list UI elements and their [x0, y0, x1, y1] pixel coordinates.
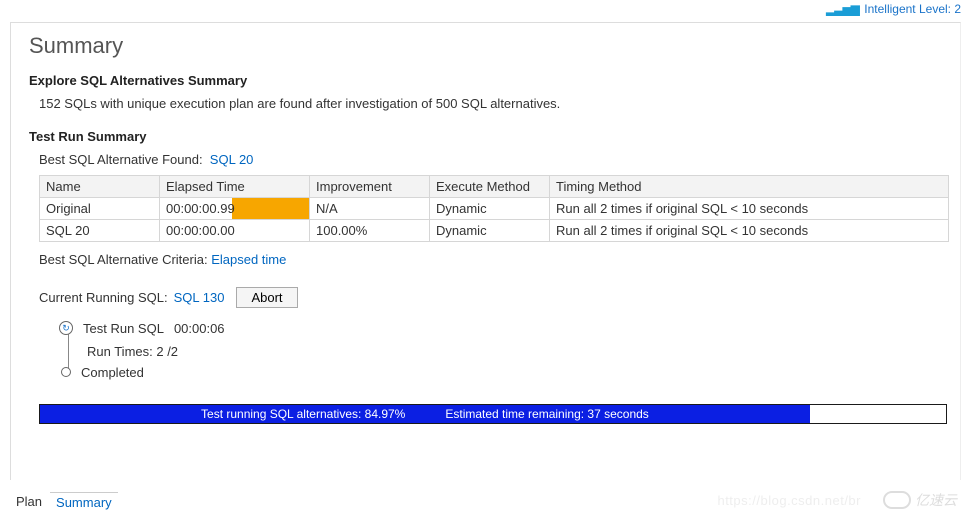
- tab-summary[interactable]: Summary: [50, 492, 118, 512]
- tree-completed-label: Completed: [81, 365, 144, 380]
- summary-panel: Summary Explore SQL Alternatives Summary…: [10, 22, 961, 480]
- col-name[interactable]: Name: [40, 176, 160, 198]
- table-row[interactable]: Original00:00:00.99N/ADynamicRun all 2 t…: [40, 198, 949, 220]
- results-table: Name Elapsed Time Improvement Execute Me…: [39, 175, 949, 242]
- best-alternative-label: Best SQL Alternative Found:: [39, 152, 203, 167]
- abort-button[interactable]: Abort: [236, 287, 297, 308]
- table-row[interactable]: SQL 2000:00:00.00100.00%DynamicRun all 2…: [40, 220, 949, 242]
- cell-timing: Run all 2 times if original SQL < 10 sec…: [550, 198, 949, 220]
- tree-run-sql-label: Test Run SQL00:00:06: [83, 321, 225, 336]
- watermark-brand: 亿速云: [883, 487, 957, 510]
- tree-run-times: Run Times: 2 /2: [87, 342, 942, 362]
- spinner-icon: ↻: [59, 321, 73, 335]
- progress-bar: Test running SQL alternatives: 84.97% Es…: [39, 404, 947, 424]
- cloud-icon: [883, 491, 911, 509]
- criteria-label: Best SQL Alternative Criteria:: [39, 252, 208, 267]
- col-improvement[interactable]: Improvement: [310, 176, 430, 198]
- node-icon: [61, 367, 71, 377]
- progress-fill: Test running SQL alternatives: 84.97% Es…: [40, 405, 810, 423]
- progress-text-right: Estimated time remaining: 37 seconds: [425, 407, 668, 421]
- col-execute[interactable]: Execute Method: [430, 176, 550, 198]
- explore-section-title: Explore SQL Alternatives Summary: [29, 73, 942, 88]
- current-running-row: Current Running SQL: SQL 130 Abort: [39, 287, 942, 308]
- best-alternative-link[interactable]: SQL 20: [210, 152, 254, 167]
- progress-text-left: Test running SQL alternatives: 84.97%: [181, 407, 425, 421]
- criteria-value-link[interactable]: Elapsed time: [211, 252, 286, 267]
- cell-execute: Dynamic: [430, 220, 550, 242]
- cell-elapsed: 00:00:00.00: [160, 220, 310, 242]
- cell-improvement: 100.00%: [310, 220, 430, 242]
- tree-connector-line: [68, 334, 69, 372]
- watermark-url: https://blog.csdn.net/br: [717, 493, 861, 508]
- cell-name: SQL 20: [40, 220, 160, 242]
- col-timing[interactable]: Timing Method: [550, 176, 949, 198]
- cell-timing: Run all 2 times if original SQL < 10 sec…: [550, 220, 949, 242]
- current-running-label: Current Running SQL:: [39, 290, 168, 305]
- testrun-section-title: Test Run Summary: [29, 129, 942, 144]
- page-title: Summary: [29, 33, 942, 59]
- cell-improvement: N/A: [310, 198, 430, 220]
- cell-execute: Dynamic: [430, 198, 550, 220]
- current-running-sql-link[interactable]: SQL 130: [174, 290, 225, 305]
- bottom-tabs: Plan Summary: [10, 492, 118, 512]
- tab-plan[interactable]: Plan: [10, 492, 48, 512]
- run-tree: ↻ Test Run SQL00:00:06 Run Times: 2 /2 C…: [59, 318, 942, 382]
- col-elapsed[interactable]: Elapsed Time: [160, 176, 310, 198]
- table-header-row: Name Elapsed Time Improvement Execute Me…: [40, 176, 949, 198]
- signal-bars-icon: ▂▃▅▆: [826, 2, 859, 16]
- best-alternative-row: Best SQL Alternative Found: SQL 20: [39, 152, 942, 167]
- intelligent-level-indicator: ▂▃▅▆ Intelligent Level: 2: [826, 2, 961, 16]
- cell-name: Original: [40, 198, 160, 220]
- intelligent-level-label: Intelligent Level: 2: [864, 2, 961, 16]
- explore-section-text: 152 SQLs with unique execution plan are …: [39, 96, 942, 111]
- cell-elapsed: 00:00:00.99: [160, 198, 310, 220]
- criteria-row: Best SQL Alternative Criteria: Elapsed t…: [39, 252, 942, 267]
- progress-remaining: [810, 405, 946, 423]
